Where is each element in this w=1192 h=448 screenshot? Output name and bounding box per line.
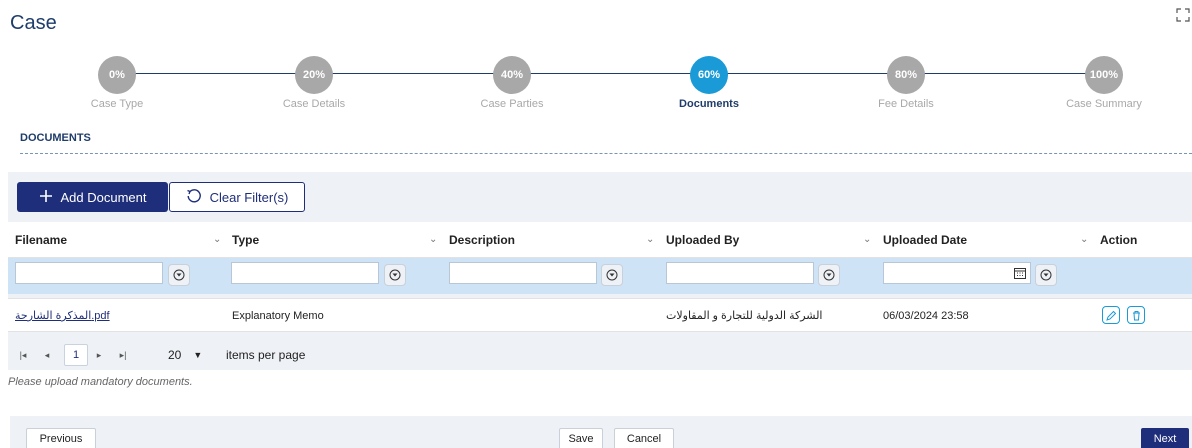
- next-button[interactable]: Next: [1141, 428, 1189, 448]
- chevron-down-icon[interactable]: ⌄: [646, 222, 654, 258]
- section-title: DOCUMENTS: [20, 132, 91, 144]
- edit-icon[interactable]: [1102, 306, 1120, 324]
- chevron-down-icon[interactable]: ⌄: [429, 222, 437, 258]
- add-document-button[interactable]: Add Document: [17, 182, 168, 212]
- last-page-icon[interactable]: ▸|: [112, 344, 134, 366]
- column-header-uploaded-date[interactable]: Uploaded Date: [883, 222, 967, 258]
- current-page[interactable]: 1: [64, 344, 88, 366]
- save-button[interactable]: Save: [559, 428, 603, 448]
- filter-icon[interactable]: [1035, 264, 1057, 286]
- step-case-type[interactable]: 0% Case Type: [57, 56, 177, 110]
- clear-filters-label: Clear Filter(s): [209, 189, 289, 205]
- step-label: Case Parties: [480, 98, 544, 110]
- page-title: Case: [10, 12, 57, 34]
- step-circle: 100%: [1085, 56, 1123, 94]
- step-label: Case Summary: [1066, 98, 1142, 110]
- step-circle: 60%: [690, 56, 728, 94]
- reset-icon: [186, 188, 202, 207]
- expand-icon[interactable]: [1176, 8, 1190, 22]
- uploaded-date: 06/03/2024 23:58: [883, 310, 969, 322]
- filter-icon[interactable]: [818, 264, 840, 286]
- step-fee-details[interactable]: 80% Fee Details: [846, 56, 966, 110]
- column-header-type[interactable]: Type: [232, 222, 259, 258]
- previous-button[interactable]: Previous: [26, 428, 96, 448]
- column-header-uploaded-by[interactable]: Uploaded By: [666, 222, 739, 258]
- pager: |◂ ◂ 1 ▸ ▸| 20 ▼ items per page: [8, 340, 1192, 370]
- section-divider: [20, 153, 1192, 154]
- calendar-icon[interactable]: [1012, 265, 1028, 281]
- filter-row: [8, 258, 1192, 294]
- table-header: Filename ⌄ Type ⌄ Description ⌄ Uploaded…: [8, 222, 1192, 258]
- grid-toolbar: Add Document Clear Filter(s): [8, 172, 1192, 222]
- previous-page-icon[interactable]: ◂: [36, 344, 58, 366]
- step-case-details[interactable]: 20% Case Details: [254, 56, 374, 110]
- filename-link[interactable]: المذكرة الشارحة.pdf: [15, 299, 110, 333]
- filter-icon[interactable]: [168, 264, 190, 286]
- filter-icon[interactable]: [601, 264, 623, 286]
- filename-filter-input[interactable]: [15, 262, 163, 284]
- uploaded-by-filter-input[interactable]: [666, 262, 814, 284]
- chevron-down-icon[interactable]: ⌄: [863, 222, 871, 258]
- first-page-icon[interactable]: |◂: [12, 344, 34, 366]
- step-label: Case Details: [282, 98, 346, 110]
- footer-bar: Previous Save Cancel Next: [10, 416, 1192, 448]
- column-header-action: Action: [1100, 233, 1138, 247]
- progress-stepper: 0% Case Type 20% Case Details 40% Case P…: [0, 52, 1192, 112]
- dropdown-arrow-icon: ▼: [193, 350, 203, 360]
- step-circle: 80%: [887, 56, 925, 94]
- documents-grid: Add Document Clear Filter(s) Filename ⌄ …: [8, 172, 1192, 370]
- cancel-button[interactable]: Cancel: [614, 428, 674, 448]
- step-circle: 0%: [98, 56, 136, 94]
- column-header-filename[interactable]: Filename: [15, 222, 67, 258]
- uploaded-date-filter-input[interactable]: [883, 262, 1031, 284]
- type-filter-input[interactable]: [231, 262, 379, 284]
- mandatory-note: Please upload mandatory documents.: [8, 376, 193, 388]
- step-circle: 40%: [493, 56, 531, 94]
- items-per-page-label: items per page: [226, 348, 306, 362]
- step-label: Documents: [679, 98, 739, 110]
- step-label: Case Type: [90, 98, 144, 110]
- page-size-select[interactable]: 20 ▼: [154, 344, 214, 366]
- step-circle: 20%: [295, 56, 333, 94]
- column-header-description[interactable]: Description: [449, 222, 515, 258]
- page-size-value: 20: [168, 348, 182, 362]
- uploaded-by: الشركة الدولية للتجارة و المقاولات: [666, 310, 823, 322]
- filter-icon[interactable]: [384, 264, 406, 286]
- table-row: المذكرة الشارحة.pdf Explanatory Memo الش…: [8, 298, 1192, 332]
- next-page-icon[interactable]: ▸: [88, 344, 110, 366]
- document-type: Explanatory Memo: [232, 310, 324, 322]
- add-document-label: Add Document: [60, 189, 147, 205]
- chevron-down-icon[interactable]: ⌄: [1080, 222, 1088, 258]
- step-case-summary[interactable]: 100% Case Summary: [1044, 56, 1164, 110]
- step-documents[interactable]: 60% Documents: [649, 56, 769, 110]
- step-case-parties[interactable]: 40% Case Parties: [452, 56, 572, 110]
- chevron-down-icon[interactable]: ⌄: [213, 222, 221, 258]
- clear-filters-button[interactable]: Clear Filter(s): [169, 182, 305, 212]
- step-label: Fee Details: [878, 98, 934, 110]
- delete-icon[interactable]: [1127, 306, 1145, 324]
- plus-icon: [39, 189, 53, 206]
- description-filter-input[interactable]: [449, 262, 597, 284]
